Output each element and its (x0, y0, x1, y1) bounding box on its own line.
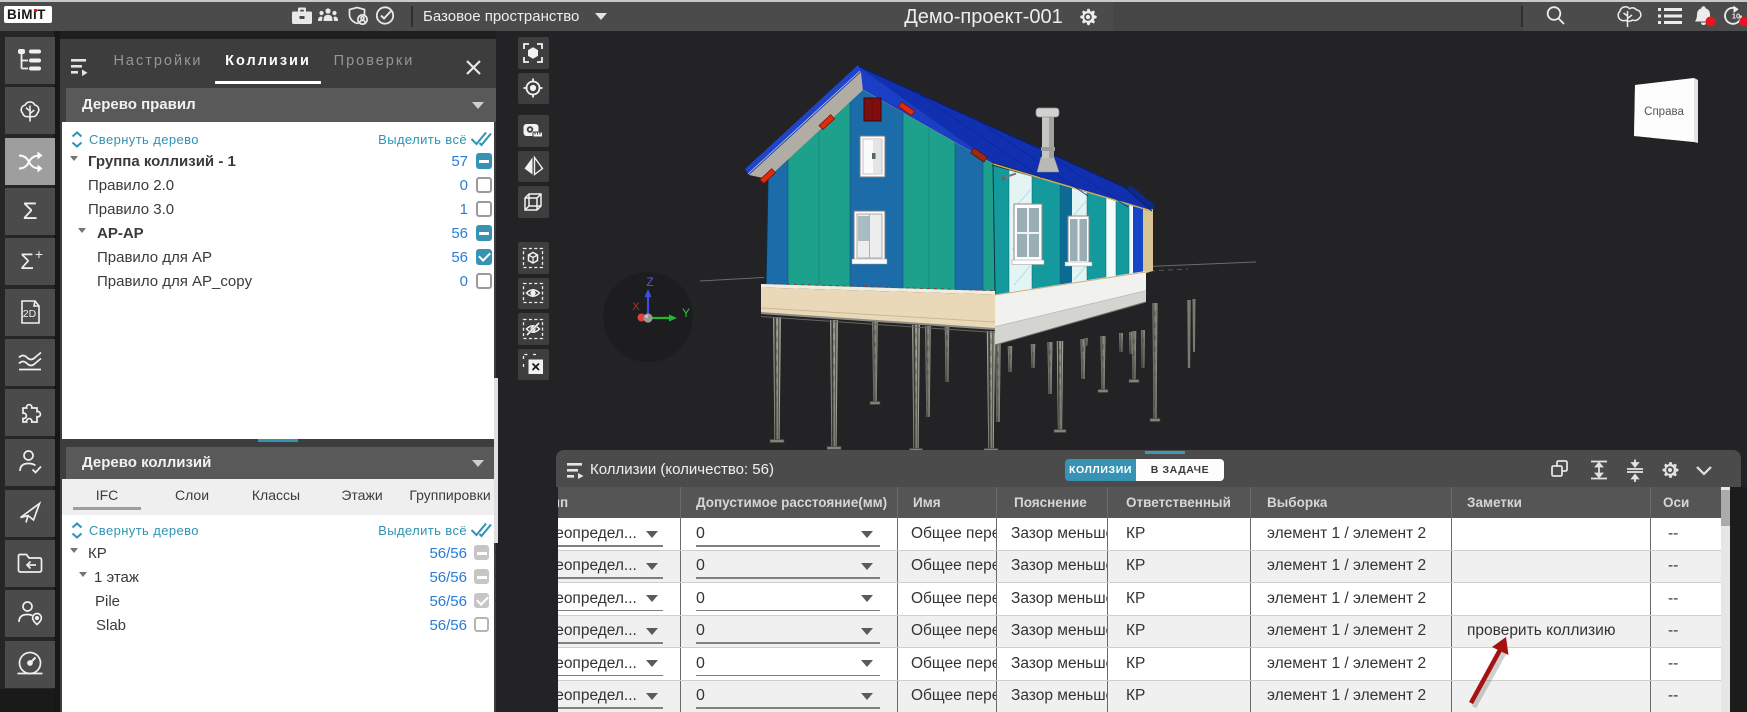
svg-text:10: 10 (1732, 12, 1740, 21)
svg-text:Σ: Σ (23, 198, 38, 225)
svg-text:+: + (35, 246, 43, 262)
svg-text:Y: Y (682, 306, 690, 320)
svg-text:Σ: Σ (20, 249, 34, 274)
svg-text:Z: Z (646, 275, 653, 289)
svg-text:X: X (632, 301, 640, 313)
svg-text:2D: 2D (23, 308, 37, 320)
svg-text:Справа: Справа (1644, 106, 1684, 118)
